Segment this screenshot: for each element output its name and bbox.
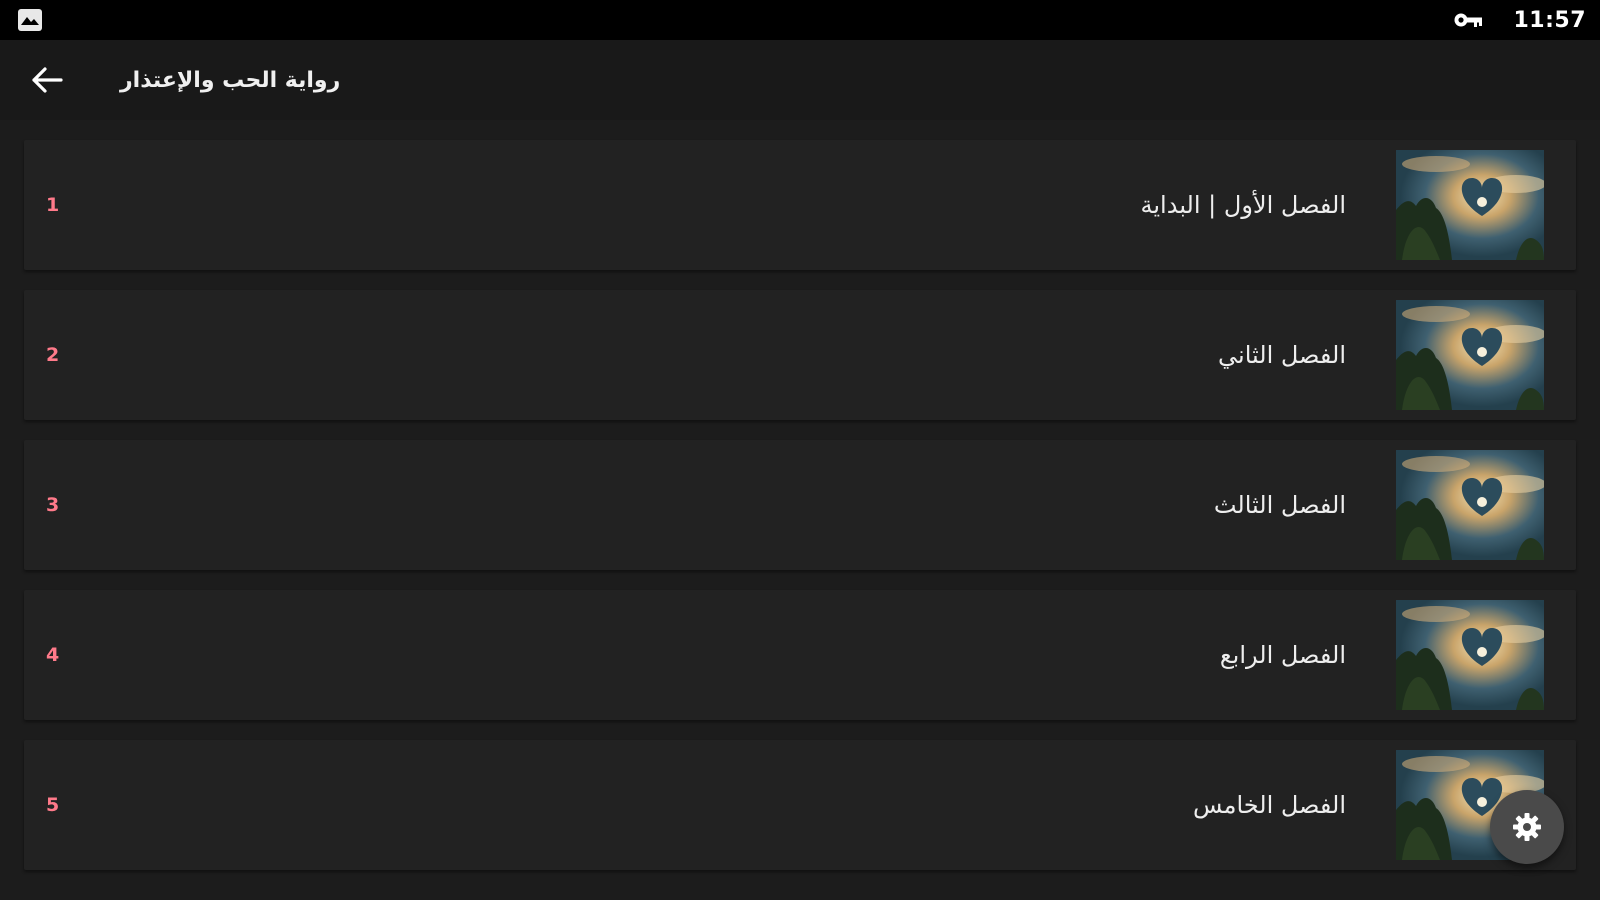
chapter-title: الفصل الخامس bbox=[1193, 791, 1346, 819]
chapter-number: 1 bbox=[46, 194, 60, 216]
chapter-row[interactable]: 3 الفصل الثالث bbox=[24, 440, 1576, 570]
settings-fab-button[interactable] bbox=[1490, 790, 1564, 864]
chapter-row[interactable]: 5 الفصل الخامس bbox=[24, 740, 1576, 870]
chapter-row[interactable]: 2 الفصل الثاني bbox=[24, 290, 1576, 420]
status-right: 11:57 bbox=[1453, 0, 1586, 40]
chapter-thumbnail-image bbox=[1396, 150, 1544, 260]
chapter-title: الفصل الثالث bbox=[1213, 491, 1346, 519]
chapter-title: الفصل الرابع bbox=[1219, 641, 1346, 669]
status-bar: 11:57 bbox=[0, 0, 1600, 40]
back-button[interactable] bbox=[22, 58, 72, 102]
image-icon bbox=[18, 9, 42, 31]
chapter-title: الفصل الثاني bbox=[1218, 341, 1346, 369]
chapter-list: 1 الفصل الأول | البداية 2 الفصل الثاني 3 الفص… bbox=[0, 120, 1600, 900]
chapter-number: 4 bbox=[46, 644, 60, 666]
arrow-back-icon bbox=[32, 67, 63, 93]
chapter-row[interactable]: 4 الفصل الرابع bbox=[24, 590, 1576, 720]
app-bar: رواية الحب والإعتذار bbox=[0, 40, 1600, 120]
gear-icon bbox=[1513, 813, 1541, 841]
clock: 11:57 bbox=[1513, 7, 1586, 33]
page-title: رواية الحب والإعتذار bbox=[120, 67, 341, 93]
chapter-title: الفصل الأول | البداية bbox=[1140, 191, 1347, 219]
chapter-thumbnail-image bbox=[1396, 300, 1544, 410]
chapter-number: 3 bbox=[46, 494, 60, 516]
chapter-row[interactable]: 1 الفصل الأول | البداية bbox=[24, 140, 1576, 270]
chapter-thumbnail-image bbox=[1396, 600, 1544, 710]
vpn-key-icon bbox=[1453, 10, 1483, 30]
chapter-thumbnail-image bbox=[1396, 450, 1544, 560]
chapter-number: 2 bbox=[46, 344, 60, 366]
chapter-number: 5 bbox=[46, 794, 60, 816]
